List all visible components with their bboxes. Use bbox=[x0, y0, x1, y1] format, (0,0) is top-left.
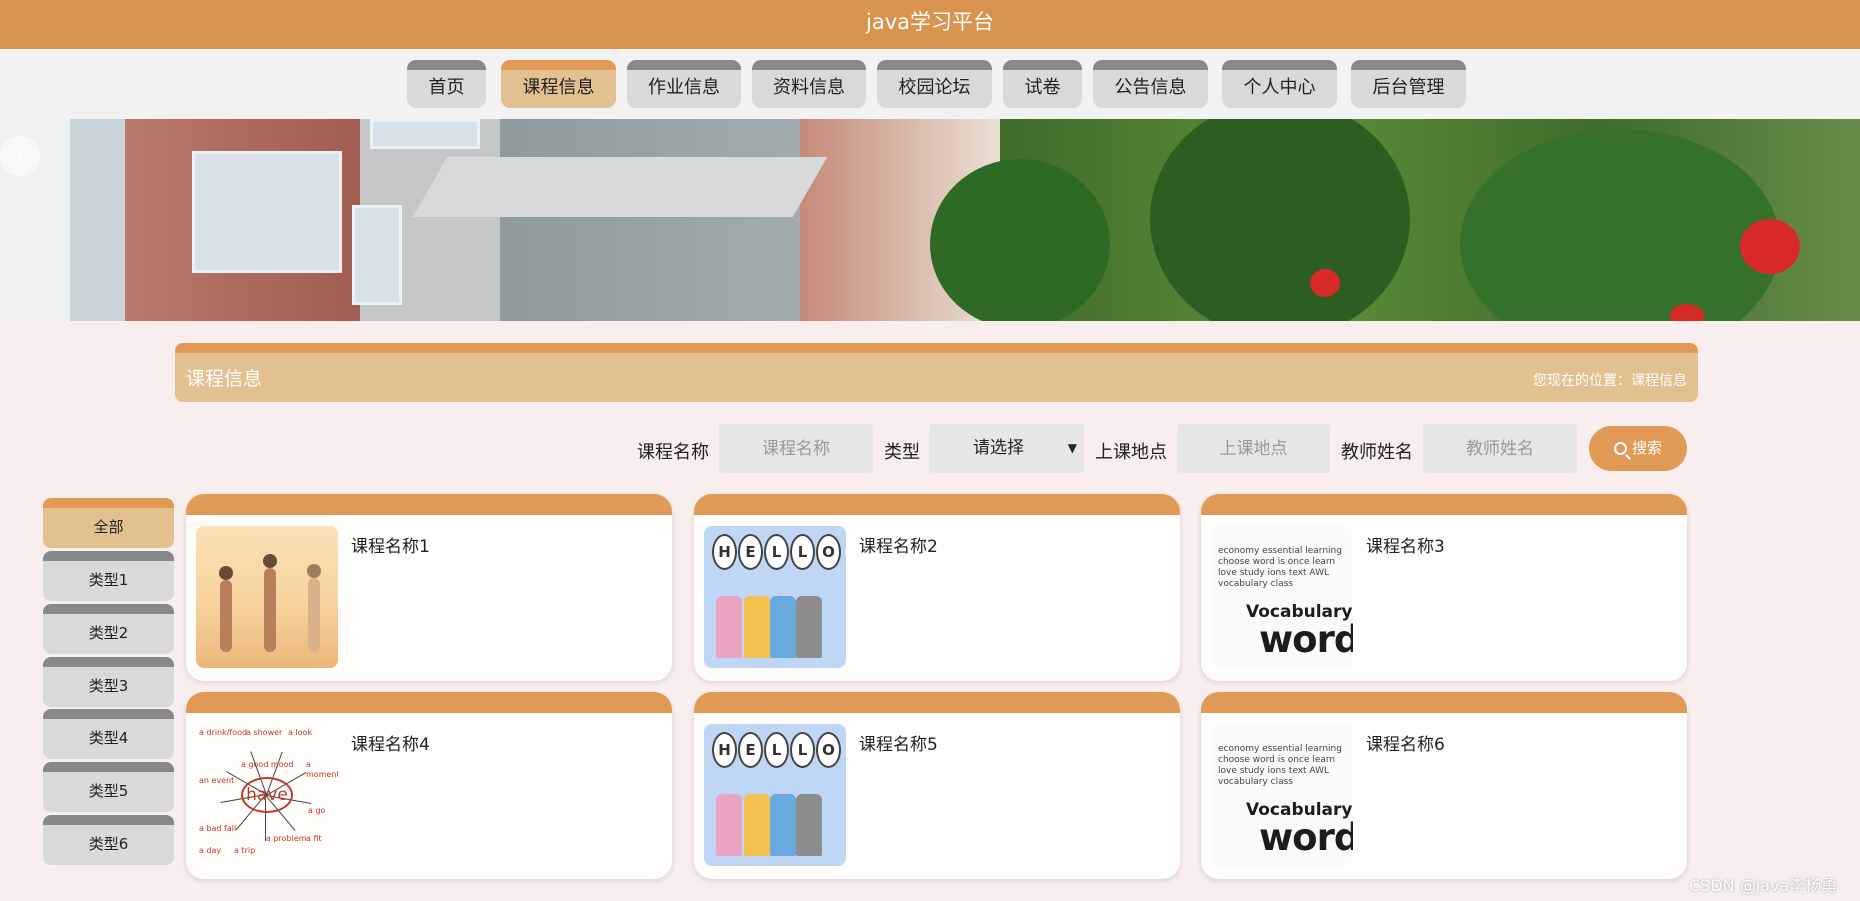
banner-window bbox=[370, 119, 480, 149]
sidebar-item-all[interactable]: 全部 bbox=[43, 498, 174, 548]
sidebar-item-type5[interactable]: 类型5 bbox=[43, 762, 174, 812]
course-card[interactable]: economy essential learning choose word i… bbox=[1201, 692, 1687, 879]
sidebar-item-type1[interactable]: 类型1 bbox=[43, 551, 174, 601]
breadcrumb: 您现在的位置：课程信息 bbox=[1533, 373, 1687, 389]
course-card[interactable]: H E L L O 课程名称2 bbox=[694, 494, 1180, 681]
nav-item-exam[interactable]: 试卷 bbox=[1003, 60, 1082, 108]
search-button[interactable]: 搜索 bbox=[1589, 426, 1687, 471]
chevron-down-icon: ▼ bbox=[1067, 441, 1077, 455]
banner-carousel[interactable] bbox=[0, 119, 1860, 321]
type-select[interactable]: 请选择 ▼ bbox=[929, 424, 1084, 473]
teacher-name-label: 教师姓名 bbox=[1341, 442, 1413, 463]
banner-flower bbox=[1670, 304, 1704, 321]
course-card[interactable]: have a drink/food a shower a look a good… bbox=[186, 692, 672, 879]
location-label: 上课地点 bbox=[1095, 442, 1167, 463]
sidebar-item-type6[interactable]: 类型6 bbox=[43, 815, 174, 865]
course-title: 课程名称5 bbox=[859, 735, 938, 755]
course-thumbnail: H E L L O bbox=[704, 526, 846, 668]
course-title: 课程名称2 bbox=[859, 537, 938, 557]
nav-item-personal-center[interactable]: 个人中心 bbox=[1222, 60, 1337, 108]
course-name-label: 课程名称 bbox=[637, 442, 709, 463]
banner-canopy bbox=[412, 157, 828, 217]
nav-item-homework-info[interactable]: 作业信息 bbox=[627, 60, 741, 108]
chevron-left-icon[interactable]: ‹ bbox=[0, 136, 40, 176]
course-card[interactable]: economy essential learning choose word i… bbox=[1201, 494, 1687, 681]
page-title: 课程信息 bbox=[186, 368, 263, 390]
nav-item-course-info[interactable]: 课程信息 bbox=[501, 60, 616, 108]
watermark: CSDN @java李杨勇 bbox=[1689, 876, 1838, 895]
main-nav: 首页 课程信息 作业信息 资料信息 校园论坛 试卷 公告信息 个人中心 后台管理 bbox=[0, 49, 1860, 119]
type-label: 类型 bbox=[884, 442, 920, 463]
teacher-name-input[interactable] bbox=[1423, 424, 1577, 473]
sidebar-item-type2[interactable]: 类型2 bbox=[43, 604, 174, 654]
banner-foliage bbox=[1460, 129, 1780, 321]
search-icon bbox=[1613, 442, 1627, 455]
course-name-input[interactable] bbox=[719, 424, 873, 473]
course-title: 课程名称3 bbox=[1366, 537, 1445, 557]
course-thumbnail: economy essential learning choose word i… bbox=[1211, 526, 1353, 668]
sidebar-item-type4[interactable]: 类型4 bbox=[43, 709, 174, 759]
banner-flower bbox=[1310, 269, 1340, 297]
nav-item-home[interactable]: 首页 bbox=[407, 60, 486, 108]
app-header: java学习平台 bbox=[0, 0, 1860, 49]
course-thumbnail: H E L L O bbox=[704, 724, 846, 866]
course-thumbnail bbox=[196, 526, 338, 668]
nav-item-notice-info[interactable]: 公告信息 bbox=[1093, 60, 1208, 108]
section-header: 课程信息 您现在的位置：课程信息 bbox=[175, 343, 1698, 402]
sidebar-item-type3[interactable]: 类型3 bbox=[43, 657, 174, 707]
banner-foliage bbox=[930, 159, 1110, 321]
app-title: java学习平台 bbox=[866, 10, 994, 34]
course-card[interactable]: H E L L O 课程名称5 bbox=[694, 692, 1180, 879]
course-thumbnail: economy essential learning choose word i… bbox=[1211, 724, 1353, 866]
banner-window bbox=[192, 151, 342, 273]
banner-flower bbox=[1740, 219, 1800, 274]
nav-item-campus-forum[interactable]: 校园论坛 bbox=[877, 60, 992, 108]
location-input[interactable] bbox=[1177, 424, 1330, 473]
banner-window bbox=[352, 205, 402, 305]
course-thumbnail: have a drink/food a shower a look a good… bbox=[196, 724, 338, 866]
banner-foliage bbox=[1150, 119, 1410, 321]
nav-item-admin[interactable]: 后台管理 bbox=[1351, 60, 1466, 108]
type-select-value: 请选择 bbox=[973, 438, 1024, 458]
search-button-label: 搜索 bbox=[1631, 439, 1662, 457]
course-card[interactable]: 课程名称1 bbox=[186, 494, 672, 681]
course-title: 课程名称4 bbox=[351, 735, 430, 755]
course-title: 课程名称6 bbox=[1366, 735, 1445, 755]
course-title: 课程名称1 bbox=[351, 537, 430, 557]
nav-item-material-info[interactable]: 资料信息 bbox=[752, 60, 866, 108]
